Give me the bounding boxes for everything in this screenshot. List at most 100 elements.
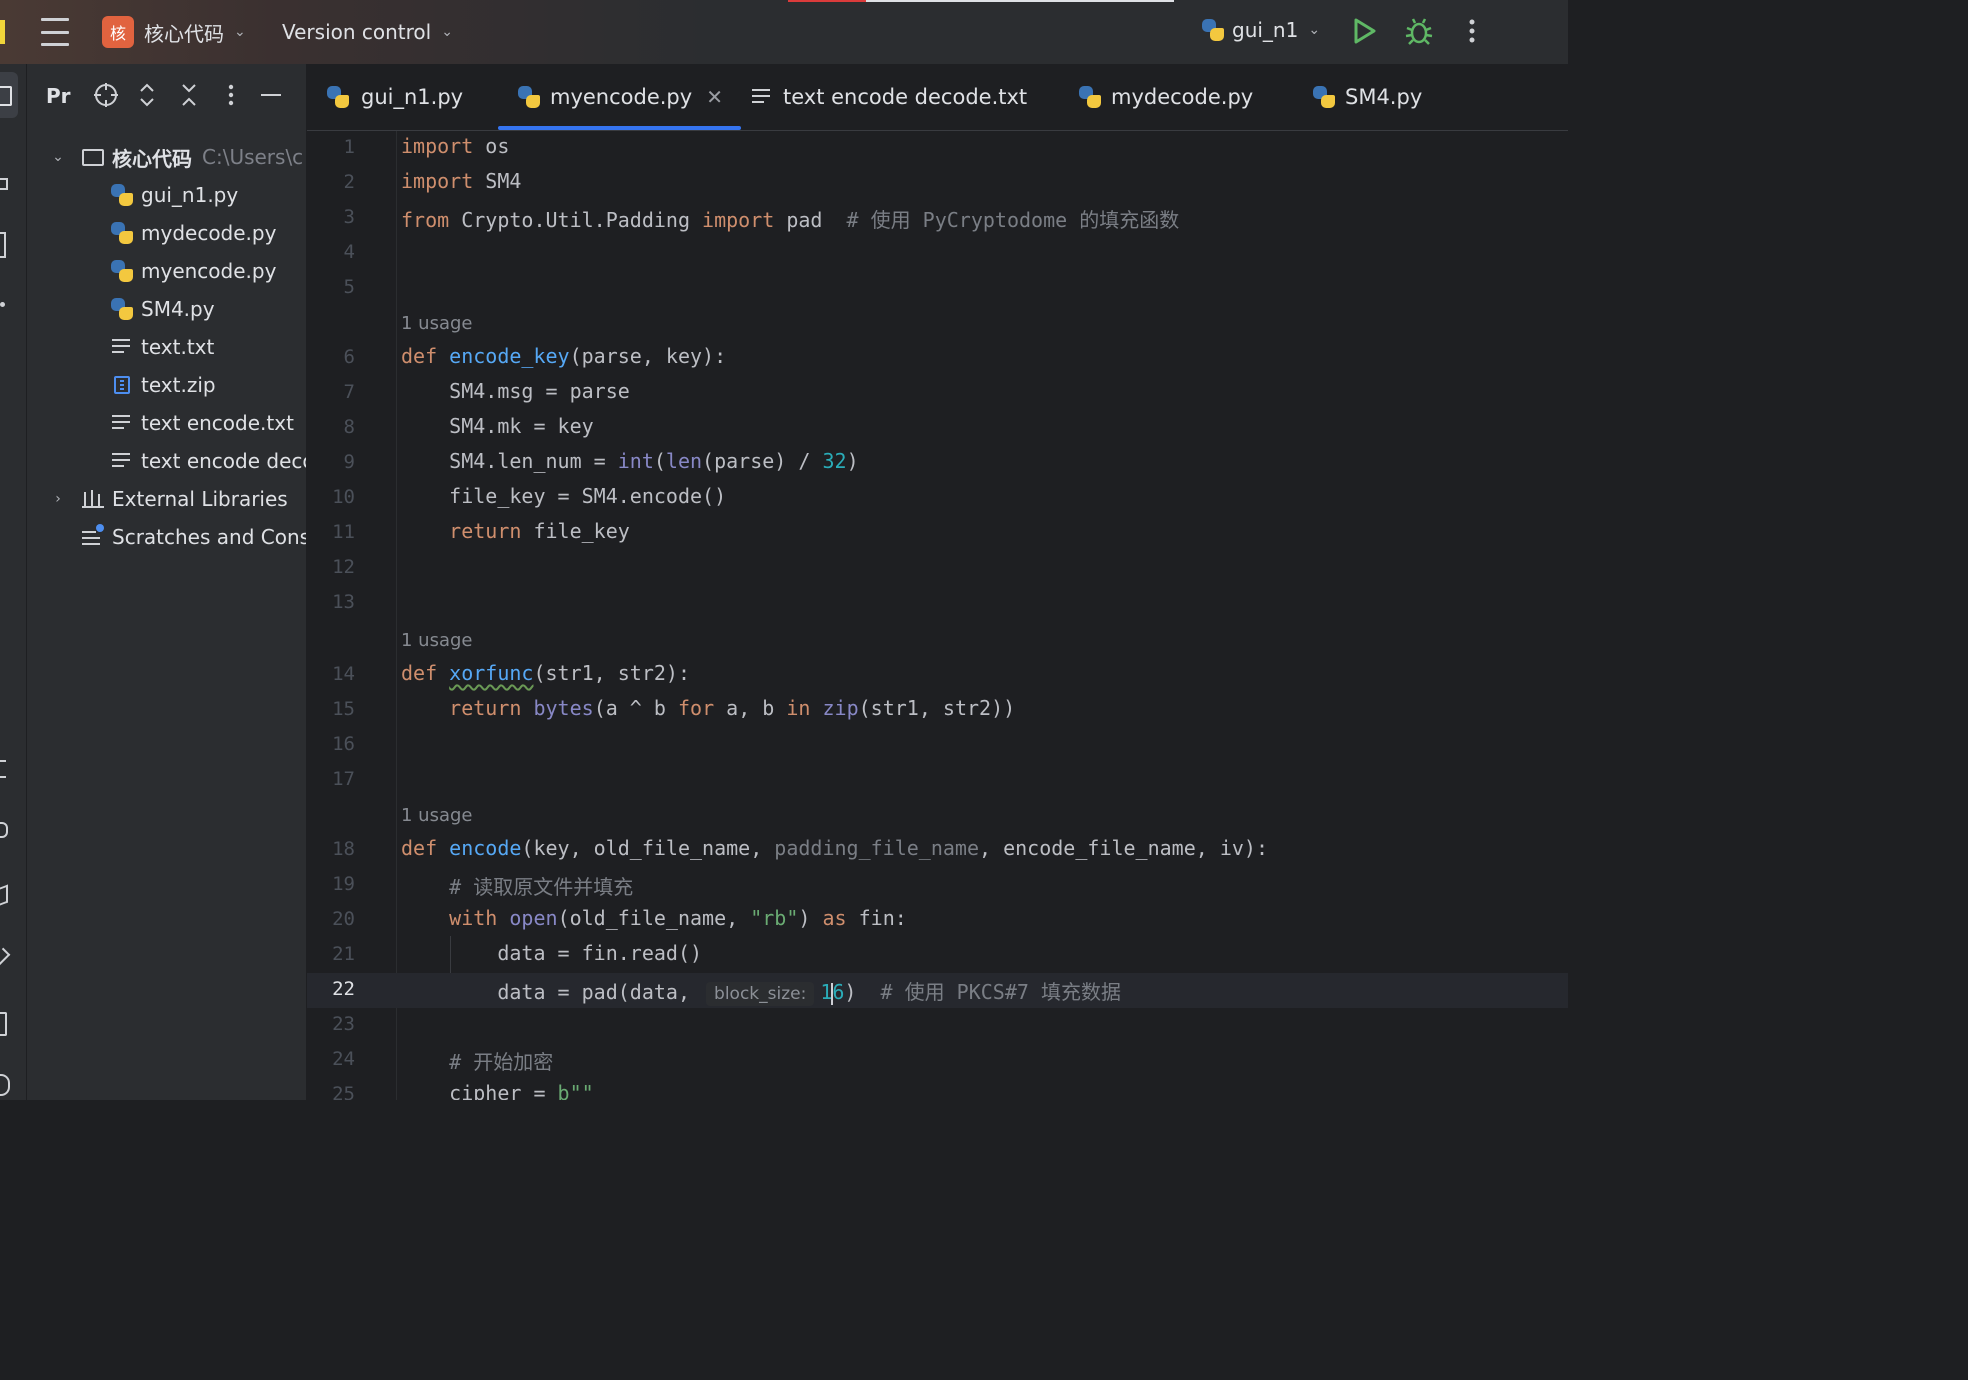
play-icon xyxy=(1354,18,1376,44)
tree-item-file[interactable]: mydecode.py xyxy=(111,216,276,250)
python-file-icon xyxy=(111,298,133,320)
version-control-label: Version control xyxy=(282,20,432,44)
line-number: 23 xyxy=(332,1013,355,1035)
run-button[interactable] xyxy=(1350,16,1378,46)
tab-mydecode[interactable]: mydecode.py xyxy=(1079,64,1253,130)
line-number: 22 xyxy=(332,978,355,1000)
python-file-icon xyxy=(1313,86,1335,108)
tab-gui-n1[interactable]: gui_n1.py xyxy=(327,64,463,130)
code-text: data = fin.read() xyxy=(401,941,703,965)
options-icon[interactable] xyxy=(221,82,241,116)
tree-item-file[interactable]: text encode.txt xyxy=(112,406,294,440)
line-number: 17 xyxy=(332,768,355,790)
code-text: cipher = b"" xyxy=(401,1081,594,1100)
code-line[interactable]: 23 xyxy=(307,1008,1568,1043)
code-line[interactable]: 5 xyxy=(307,271,1568,306)
code-line[interactable]: 16 xyxy=(307,728,1568,763)
code-line[interactable]: 15 return bytes(a ^ b for a, b in zip(st… xyxy=(307,693,1568,728)
line-number: 7 xyxy=(343,381,355,403)
project-tool-button[interactable] xyxy=(0,72,18,118)
code-line[interactable]: 25 cipher = b"" xyxy=(307,1078,1568,1100)
tree-item-file[interactable]: text.txt xyxy=(112,330,214,364)
tab-sm4[interactable]: SM4.py xyxy=(1313,64,1422,130)
python-icon xyxy=(1202,19,1224,41)
tree-root-folder[interactable]: ⌄ 核心代码 C:\Users\c xyxy=(48,140,303,174)
main-menu-button[interactable] xyxy=(40,18,70,46)
python-packages-icon[interactable] xyxy=(0,822,8,838)
usage-hint[interactable]: 1 usage xyxy=(401,306,473,341)
code-line[interactable]: 21 data = fin.read() xyxy=(307,938,1568,973)
line-number: 6 xyxy=(343,346,355,368)
zip-file-icon xyxy=(114,376,130,394)
version-control-menu[interactable]: Version control ⌄ xyxy=(282,20,453,44)
code-line[interactable]: 8 SM4.mk = key xyxy=(307,411,1568,446)
project-selector[interactable]: 核 核心代码 ⌄ xyxy=(102,16,246,48)
project-panel-title: Pr xyxy=(46,84,71,108)
services-tool-icon[interactable] xyxy=(0,947,11,971)
code-line[interactable]: 20 with open(old_file_name, "rb") as fin… xyxy=(307,903,1568,938)
collapse-all-icon[interactable] xyxy=(179,82,199,116)
code-line[interactable]: 13 xyxy=(307,586,1568,621)
tree-item-file[interactable]: gui_n1.py xyxy=(111,178,238,212)
folder-icon xyxy=(82,148,104,166)
locate-icon[interactable] xyxy=(93,82,119,116)
code-line[interactable]: 3 from Crypto.Util.Padding import pad # … xyxy=(307,201,1568,236)
more-tools-icon[interactable] xyxy=(0,302,5,307)
usage-hint[interactable]: 1 usage xyxy=(401,798,473,833)
external-libraries-label: External Libraries xyxy=(112,487,288,511)
code-editor[interactable]: 1 import os 2 import SM4 3 from Crypto.U… xyxy=(307,131,1568,1100)
expand-all-icon[interactable] xyxy=(137,82,157,116)
folder-icon xyxy=(0,86,12,106)
tree-external-libraries[interactable]: › External Libraries xyxy=(48,482,288,516)
tab-myencode[interactable]: myencode.py ✕ xyxy=(498,64,741,130)
text-file-icon xyxy=(112,338,132,356)
code-line[interactable]: 19 # 读取原文件并填充 xyxy=(307,868,1568,903)
text-file-icon xyxy=(752,88,772,106)
file-name: text encode deco xyxy=(141,449,307,473)
code-line[interactable]: 1 import os xyxy=(307,131,1568,166)
tree-item-file[interactable]: text.zip xyxy=(114,368,216,402)
code-line-current[interactable]: 22 data = pad(data, block_size: 16) # 使用 … xyxy=(307,973,1568,1008)
problems-tool-icon[interactable] xyxy=(0,1074,10,1096)
close-icon[interactable]: ✕ xyxy=(706,85,723,109)
line-number: 21 xyxy=(332,943,355,965)
hide-panel-icon[interactable] xyxy=(259,82,283,116)
usage-hint[interactable]: 1 usage xyxy=(401,623,473,658)
code-line[interactable]: 18 def encode(key, old_file_name, paddin… xyxy=(307,833,1568,868)
chevron-down-icon: ⌄ xyxy=(234,24,246,40)
layers-tool-icon[interactable] xyxy=(0,884,8,906)
code-line[interactable]: 2 import SM4 xyxy=(307,166,1568,201)
editor-tab-bar: gui_n1.py myencode.py ✕ text encode deco… xyxy=(307,64,1568,131)
code-line[interactable]: 9 SM4.len_num = int(len(parse) / 32) xyxy=(307,446,1568,481)
tree-scratches[interactable]: Scratches and Cons xyxy=(82,520,306,554)
code-text: from Crypto.Util.Padding import pad # 使用… xyxy=(401,208,1180,232)
tree-item-file[interactable]: text encode deco xyxy=(112,444,307,478)
structure-tool-icon[interactable] xyxy=(0,232,6,258)
todo-tool-icon[interactable] xyxy=(0,760,6,778)
code-text: SM4.mk = key xyxy=(401,414,594,438)
code-line[interactable]: 12 xyxy=(307,551,1568,586)
code-line[interactable]: 11 return file_key xyxy=(307,516,1568,551)
terminal-tool-icon[interactable] xyxy=(0,1012,7,1036)
code-line[interactable]: 10 file_key = SM4.encode() xyxy=(307,481,1568,516)
code-line[interactable]: 24 # 开始加密 xyxy=(307,1043,1568,1078)
commit-tool-icon[interactable] xyxy=(0,178,8,190)
code-line[interactable]: 14 def xorfunc(str1, str2): xyxy=(307,658,1568,693)
code-line[interactable]: 7 SM4.msg = parse xyxy=(307,376,1568,411)
code-text: return file_key xyxy=(449,519,630,543)
code-line[interactable]: 6 def encode_key(parse, key): xyxy=(307,341,1568,376)
python-file-icon xyxy=(1079,86,1101,108)
debug-button[interactable] xyxy=(1404,16,1434,46)
code-text: def xorfunc(str1, str2): xyxy=(401,661,691,685)
more-actions-button[interactable] xyxy=(1462,16,1482,46)
tab-text-encode-decode[interactable]: text encode decode.txt xyxy=(752,64,1027,130)
code-line[interactable]: 17 xyxy=(307,763,1568,798)
run-config-selector[interactable]: gui_n1 ⌄ xyxy=(1202,18,1320,42)
tree-item-file[interactable]: SM4.py xyxy=(111,292,215,326)
code-line[interactable]: 4 xyxy=(307,236,1568,271)
chevron-down-icon: ⌄ xyxy=(52,149,64,165)
tree-item-file[interactable]: myencode.py xyxy=(111,254,276,288)
line-number: 15 xyxy=(332,698,355,720)
chevron-down-icon: ⌄ xyxy=(441,24,453,40)
tab-label: myencode.py xyxy=(550,85,693,109)
